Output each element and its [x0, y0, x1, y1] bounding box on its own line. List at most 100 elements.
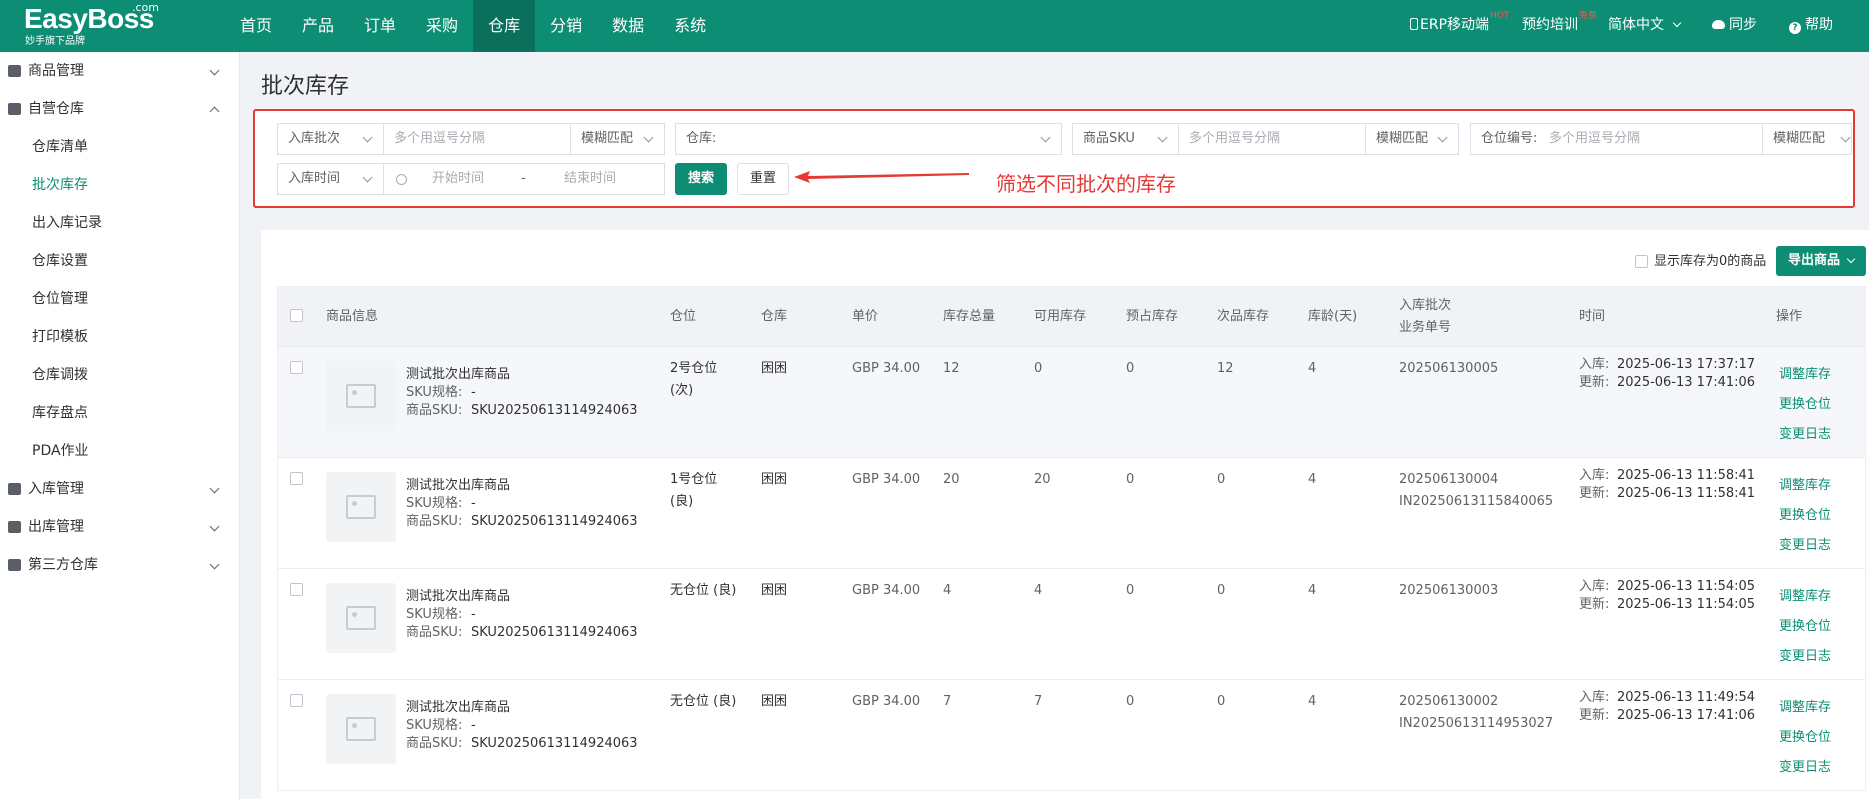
change-location-link[interactable]: 更换仓位: [1779, 726, 1831, 745]
batch-input[interactable]: 多个用逗号分隔: [383, 123, 571, 155]
change-log-link[interactable]: 变更日志: [1779, 645, 1831, 664]
sidebar-group-own-warehouse[interactable]: 自营仓库: [0, 90, 240, 128]
time-type-select[interactable]: 入库时间: [277, 163, 384, 195]
change-location-link[interactable]: 更换仓位: [1779, 615, 1831, 634]
help-icon: ?: [1789, 22, 1801, 34]
adjust-stock-link[interactable]: 调整库存: [1779, 474, 1831, 493]
sidebar-item-inout-records[interactable]: 出入库记录: [0, 204, 240, 242]
product-name: 测试批次出库商品: [406, 367, 511, 382]
export-button[interactable]: 导出商品: [1776, 246, 1866, 276]
unit-price: GBP 34.00: [852, 583, 921, 598]
sku-spec-label: SKU规格:: [406, 718, 463, 733]
show-zero-checkbox[interactable]: [1635, 255, 1648, 268]
range-separator: -: [521, 171, 526, 186]
page-title: 批次库存: [261, 74, 350, 99]
nav-warehouse[interactable]: 仓库: [473, 0, 536, 52]
sidebar-group-products[interactable]: 商品管理: [0, 52, 240, 90]
location: 2号仓位: [670, 361, 718, 376]
total-stock: 7: [943, 694, 952, 709]
stock-age: 4: [1308, 583, 1317, 598]
sku-value: SKU20250613114924063: [471, 514, 638, 529]
batch-type-select[interactable]: 入库批次: [277, 123, 384, 155]
date-range-picker[interactable]: 开始时间 - 结束时间: [383, 163, 665, 195]
th-batch: 入库批次: [1399, 298, 1452, 313]
nav-orders[interactable]: 订单: [349, 0, 411, 52]
location-match-select[interactable]: 模糊匹配: [1762, 123, 1852, 155]
sidebar-group-third-party[interactable]: 第三方仓库: [0, 546, 240, 584]
update-time-label: 更新:: [1579, 708, 1610, 723]
warehouse-select[interactable]: 仓库:: [675, 123, 1062, 155]
adjust-stock-link[interactable]: 调整库存: [1779, 696, 1831, 715]
row-checkbox[interactable]: [290, 472, 303, 485]
sku-label: 商品SKU:: [406, 403, 463, 418]
chevron-down-icon: [209, 521, 220, 532]
sku-spec: -: [471, 607, 476, 622]
sidebar-group-outbound[interactable]: 出库管理: [0, 508, 240, 546]
change-location-link[interactable]: 更换仓位: [1779, 504, 1831, 523]
row-checkbox[interactable]: [290, 583, 303, 596]
product-thumbnail: [326, 361, 396, 431]
erp-mobile-link[interactable]: ERP移动端 HOT: [1410, 0, 1509, 52]
update-time: 2025-06-13 17:41:06: [1617, 708, 1756, 723]
sidebar-item-location-management[interactable]: 仓位管理: [0, 280, 240, 318]
sync-button[interactable]: 同步: [1712, 0, 1757, 52]
adjust-stock-link[interactable]: 调整库存: [1779, 585, 1831, 604]
defective-stock: 12: [1217, 361, 1234, 376]
reset-button[interactable]: 重置: [737, 163, 789, 195]
nav-home[interactable]: 首页: [225, 0, 287, 52]
brand-tagline: 妙手旗下品牌: [25, 36, 85, 47]
sidebar-item-batch-stock[interactable]: 批次库存: [0, 166, 240, 204]
adjust-stock-link[interactable]: 调整库存: [1779, 363, 1831, 382]
language-select[interactable]: 简体中文: [1608, 0, 1682, 52]
nav-data[interactable]: 数据: [597, 0, 659, 52]
sidebar-item-warehouse-settings[interactable]: 仓库设置: [0, 242, 240, 280]
change-log-link[interactable]: 变更日志: [1779, 756, 1831, 775]
table-header: 商品信息 仓位 仓库 单价 库存总量 可用库存 预占库存 次品库存 库龄(天) …: [277, 286, 1866, 347]
sidebar-group-inbound[interactable]: 入库管理: [0, 470, 240, 508]
location-label: 仓位编号:: [1481, 131, 1538, 146]
nav-purchase[interactable]: 采购: [411, 0, 473, 52]
erp-mobile-label: ERP移动端: [1420, 17, 1490, 33]
help-label: 帮助: [1805, 17, 1833, 33]
sidebar-item-print-templates[interactable]: 打印模板: [0, 318, 240, 356]
batch-match-select[interactable]: 模糊匹配: [570, 123, 665, 155]
change-log-link[interactable]: 变更日志: [1779, 534, 1831, 553]
defective-stock: 0: [1217, 472, 1226, 487]
product-name: 测试批次出库商品: [406, 478, 511, 493]
help-button[interactable]: ? 帮助: [1789, 0, 1833, 52]
sku-type-value: 商品SKU: [1083, 131, 1135, 146]
sku-spec: -: [471, 718, 476, 733]
sidebar-item-transfer[interactable]: 仓库调拨: [0, 356, 240, 394]
select-all-checkbox[interactable]: [290, 309, 303, 322]
change-log-link[interactable]: 变更日志: [1779, 423, 1831, 442]
nav-distribution[interactable]: 分销: [535, 0, 597, 52]
chevron-down-icon: [362, 172, 373, 183]
location: 无仓位 (良): [670, 694, 737, 709]
batch-no: 202506130002: [1399, 694, 1499, 709]
sidebar-item-stocktake[interactable]: 库存盘点: [0, 394, 240, 432]
chevron-down-icon: [1040, 132, 1051, 143]
sku-type-select[interactable]: 商品SKU: [1072, 123, 1179, 155]
training-link[interactable]: 预约培训 免费: [1522, 0, 1597, 52]
chevron-down-icon: [209, 559, 220, 570]
sidebar-item-warehouse-list[interactable]: 仓库清单: [0, 128, 240, 166]
chevron-down-icon: [1673, 18, 1682, 28]
image-placeholder-icon: [346, 495, 376, 519]
annotation-arrow: [794, 171, 969, 183]
location-input[interactable]: 仓位编号: 多个用逗号分隔: [1470, 123, 1763, 155]
th-defective: 次品库存: [1217, 309, 1270, 324]
sku-match-value: 模糊匹配: [1376, 131, 1429, 146]
nav-products[interactable]: 产品: [287, 0, 349, 52]
sidebar-item-pda[interactable]: PDA作业: [0, 432, 240, 470]
brand-logo[interactable]: EasyBoss .com 妙手旗下品牌: [24, 2, 174, 50]
sku-input[interactable]: 多个用逗号分隔: [1178, 123, 1366, 155]
sku-match-select[interactable]: 模糊匹配: [1365, 123, 1459, 155]
in-time: 2025-06-13 11:58:41: [1617, 468, 1756, 483]
nav-system[interactable]: 系统: [659, 0, 721, 52]
product-thumbnail: [326, 583, 396, 653]
search-button[interactable]: 搜索: [675, 163, 727, 195]
unit-price: GBP 34.00: [852, 472, 921, 487]
change-location-link[interactable]: 更换仓位: [1779, 393, 1831, 412]
row-checkbox[interactable]: [290, 361, 303, 374]
row-checkbox[interactable]: [290, 694, 303, 707]
